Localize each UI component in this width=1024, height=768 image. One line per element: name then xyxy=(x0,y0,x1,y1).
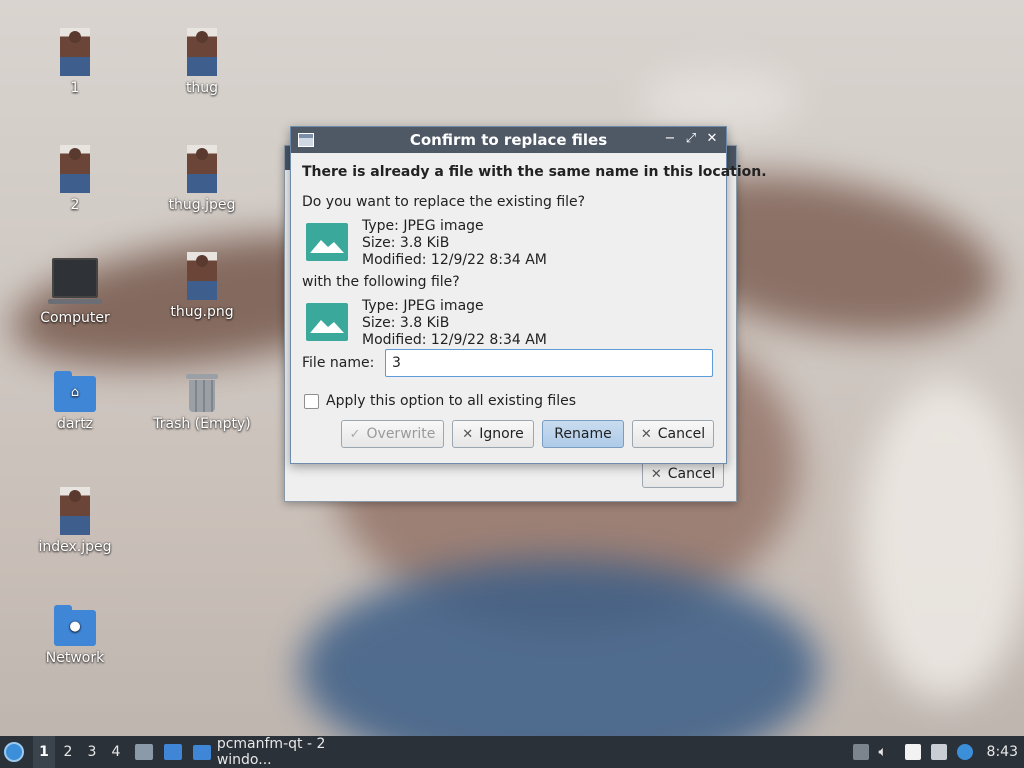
minimize-icon[interactable]: − xyxy=(662,131,678,146)
network-folder-icon: ● xyxy=(54,605,96,646)
dialog-titlebar[interactable]: Confirm to replace files − ⤢ ✕ xyxy=(291,127,726,153)
lxqt-logo-icon xyxy=(4,742,24,762)
desktop-icon-computer[interactable]: Computer xyxy=(20,258,130,326)
desktop-icon-label: dartz xyxy=(56,416,94,432)
desktop-icon-label: Trash (Empty) xyxy=(153,416,251,432)
dialog-title: Confirm to replace files xyxy=(409,131,608,149)
checkmark-icon: ✓ xyxy=(349,426,361,442)
clock[interactable]: 8:43 xyxy=(987,744,1018,760)
confirm-replace-dialog: Confirm to replace files − ⤢ ✕ There is … xyxy=(290,126,767,464)
task-label: pcmanfm-qt - 2 windo... xyxy=(216,736,326,768)
desktop-icon xyxy=(164,744,182,760)
question-new: with the following file? xyxy=(302,274,460,290)
question-existing: Do you want to replace the existing file… xyxy=(302,194,586,210)
dialog-heading: There is already a file with the same na… xyxy=(302,164,767,180)
image-thumbnail-icon xyxy=(60,28,90,76)
eject-icon[interactable] xyxy=(852,744,869,760)
image-file-icon xyxy=(306,223,348,261)
network-icon[interactable] xyxy=(930,744,947,760)
rename-label: Rename xyxy=(554,426,612,442)
existing-file-info: Type: JPEG image Size: 3.8 KiB Modified:… xyxy=(362,218,547,269)
ignore-label: Ignore xyxy=(479,426,524,442)
cancel-label: Cancel xyxy=(657,426,706,442)
home-folder-icon: ⌂ xyxy=(54,371,96,412)
desktop-icon-label: 2 xyxy=(70,197,80,213)
desktop-icon-label: index.jpeg xyxy=(38,539,112,555)
desktop-icon-label: Network xyxy=(45,650,105,666)
existing-file-modified: Modified: 12/9/22 8:34 AM xyxy=(362,252,547,268)
close-icon: ✕ xyxy=(462,426,474,442)
file-name-input[interactable] xyxy=(385,349,713,377)
volume-icon[interactable]: 🔈︎ xyxy=(879,744,895,760)
overwrite-button[interactable]: ✓ Overwrite xyxy=(341,420,444,448)
background-cancel-label: Cancel xyxy=(667,466,716,482)
desktop-icon-1[interactable]: 1 xyxy=(20,28,130,96)
workspace-2[interactable]: 2 xyxy=(57,736,79,768)
image-thumbnail-icon xyxy=(187,252,217,300)
rename-button[interactable]: Rename xyxy=(542,420,624,448)
maximize-icon[interactable]: ⤢ xyxy=(683,131,699,146)
desktop-icon-thug-png[interactable]: thug.png xyxy=(147,252,257,320)
desktop-icon-label: 1 xyxy=(70,80,80,96)
apply-all-checkbox[interactable] xyxy=(304,394,319,409)
desktop-icon-label: thug.png xyxy=(170,304,234,320)
cancel-button[interactable]: ✕ Cancel xyxy=(632,420,714,448)
image-file-icon xyxy=(306,303,348,341)
workspace-4[interactable]: 4 xyxy=(105,736,127,768)
trash-icon xyxy=(186,374,218,412)
desktop-icon-2[interactable]: 2 xyxy=(20,145,130,213)
desktop-icon-thug[interactable]: thug xyxy=(147,28,257,96)
file-name-label: File name: xyxy=(302,355,375,371)
ignore-button[interactable]: ✕ Ignore xyxy=(452,420,534,448)
file-manager-launcher[interactable] xyxy=(135,736,153,768)
desktop-icon-dartz[interactable]: ⌂ dartz xyxy=(20,371,130,432)
desktop-icon-label: Computer xyxy=(40,310,110,326)
close-icon: ✕ xyxy=(650,466,662,482)
new-file-size: Size: 3.8 KiB xyxy=(362,315,450,331)
close-icon[interactable]: ✕ xyxy=(704,131,720,146)
notification-icon[interactable] xyxy=(956,744,973,760)
desktop-icon-label: thug.jpeg xyxy=(168,197,236,213)
image-thumbnail-icon xyxy=(60,487,90,535)
workspace-1[interactable]: 1 xyxy=(33,736,55,768)
apply-all-label[interactable]: Apply this option to all existing files xyxy=(326,393,576,409)
new-file-modified: Modified: 12/9/22 8:34 AM xyxy=(362,332,547,348)
system-tray: 🔈︎ 8:43 xyxy=(843,736,1018,768)
image-thumbnail-icon xyxy=(187,28,217,76)
computer-icon xyxy=(48,258,102,304)
folder-icon xyxy=(193,744,211,760)
image-thumbnail-icon xyxy=(187,145,217,193)
desktop-icon-thug-jpeg[interactable]: thug.jpeg xyxy=(147,145,257,213)
start-menu-button[interactable] xyxy=(4,736,28,768)
existing-file-type: Type: JPEG image xyxy=(362,218,484,234)
desktop-icon-index-jpeg[interactable]: index.jpeg xyxy=(20,487,130,555)
taskbar-task-pcmanfm[interactable]: pcmanfm-qt - 2 windo... xyxy=(193,736,383,768)
desktop-icon-network[interactable]: ● Network xyxy=(20,605,130,666)
workspace-3[interactable]: 3 xyxy=(81,736,103,768)
close-icon: ✕ xyxy=(640,426,652,442)
background-cancel-button[interactable]: ✕ Cancel xyxy=(642,460,724,488)
file-manager-icon xyxy=(135,744,153,760)
image-thumbnail-icon xyxy=(60,145,90,193)
show-desktop-launcher[interactable] xyxy=(164,736,182,768)
taskbar: 1 2 3 4 pcmanfm-qt - 2 windo... 🔈︎ 8:43 xyxy=(0,736,1024,768)
overwrite-label: Overwrite xyxy=(366,426,436,442)
desktop-icon-trash[interactable]: Trash (Empty) xyxy=(147,374,257,432)
desktop-icon-label: thug xyxy=(185,80,219,96)
clipboard-icon[interactable] xyxy=(904,744,921,760)
new-file-type: Type: JPEG image xyxy=(362,298,484,314)
existing-file-size: Size: 3.8 KiB xyxy=(362,235,450,251)
new-file-info: Type: JPEG image Size: 3.8 KiB Modified:… xyxy=(362,298,547,349)
